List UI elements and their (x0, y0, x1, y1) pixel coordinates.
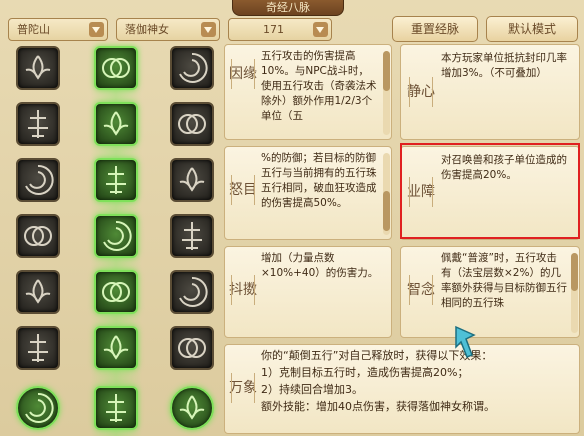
lotus-stack-icon (102, 282, 130, 302)
whirl-icon (178, 338, 206, 358)
skill-slot[interactable] (16, 102, 60, 146)
panel-numu[interactable]: 怒目 %的防御；若目标的防御五行与当前拥有的五行珠五行相同，破血狂攻造成的伤害提… (224, 146, 392, 240)
chevron-down-icon[interactable] (313, 22, 328, 37)
leaf-flower-icon (178, 114, 206, 134)
highlight-box (400, 143, 580, 239)
wanxiang-line-4: 额外技能：增加40点伤害，获得落伽神女称谓。 (261, 400, 495, 413)
tag-dousou: 抖擞 (229, 275, 257, 305)
window-title: 奇经八脉 (232, 0, 344, 16)
flame-flower-icon (179, 52, 208, 83)
panel-dousou[interactable]: 抖擞 增加（力量点数×10%+40）的伤害力。 (224, 246, 392, 338)
tag-numu: 怒目 (229, 175, 257, 205)
lotus-bloom-icon (28, 110, 48, 138)
panel-zhihui[interactable]: 智念 佩戴“普渡”时，五行攻击有（法宝层数×2%）的几率额外获得与目标防御五行相… (400, 246, 580, 338)
skill-slot[interactable] (94, 214, 138, 258)
wanxiang-line-2: 1）克制目标五行时，造成伤害提高20%； (261, 366, 469, 379)
skill-slot[interactable] (94, 326, 138, 370)
lotus-icon (25, 55, 51, 80)
panel-yinyuan[interactable]: 因缘 五行攻击的伤害提高10%。与NPC战斗时，使用五行攻击（奇袭法术除外）额外… (224, 44, 392, 140)
skill-slot[interactable] (170, 270, 214, 314)
tag-yinyuan: 因缘 (229, 59, 257, 89)
role-value: 落伽神女 (125, 23, 169, 36)
chevron-down-icon[interactable] (201, 22, 216, 37)
desc-dousou: 增加（力量点数×10%+40）的伤害力。 (261, 252, 379, 279)
skill-slot[interactable] (170, 386, 214, 430)
wanxiang-line-3: 2）持续回合增加3。 (261, 383, 363, 396)
role-dropdown[interactable]: 落伽神女 (116, 18, 220, 41)
desc-wanxiang: 你的“颠倒五行”对自己释放时，获得以下效果： 1）克制目标五行时，造成伤害提高2… (261, 347, 571, 433)
skill-slot[interactable] (16, 46, 60, 90)
skill-slot[interactable] (170, 326, 214, 370)
skill-grid (10, 44, 215, 436)
bamboo-icon (24, 226, 52, 246)
skill-slot[interactable] (94, 270, 138, 314)
skill-slot[interactable] (94, 158, 138, 202)
wreath-icon (25, 392, 54, 423)
pillar-icon (106, 394, 126, 422)
location-value: 普陀山 (17, 23, 50, 36)
desc-yinyuan: 五行攻击的伤害提高10%。与NPC战斗时，使用五行攻击（奇袭法术除外）额外作用1… (261, 50, 377, 122)
desc-jingxin: 本方玩家单位抵抗封印几率增加3%。（不可叠加） (441, 52, 567, 79)
peacock-icon (103, 335, 129, 360)
tag-jingxin: 静心 (407, 77, 435, 107)
skill-slot[interactable] (170, 158, 214, 202)
chevron-down-icon[interactable] (89, 22, 104, 37)
skill-slot[interactable] (16, 386, 60, 430)
skill-slot[interactable] (16, 158, 60, 202)
lotus-open-icon (179, 276, 208, 307)
lion-icon (182, 222, 202, 250)
desc-zhihui: 佩戴“普渡”时，五行攻击有（法宝层数×2%）的几率额外获得与目标防御五行相同的五… (441, 252, 567, 309)
skill-slot[interactable] (94, 102, 138, 146)
wanxiang-line-1: 你的“颠倒五行”对自己释放时，获得以下效果： (261, 349, 493, 362)
panel-wanxiang[interactable]: 万象 你的“颠倒五行”对自己释放时，获得以下效果： 1）克制目标五行时，造成伤害… (224, 344, 580, 434)
skill-slot[interactable] (170, 214, 214, 258)
mudra-icon (103, 220, 132, 251)
skill-slot[interactable] (16, 326, 60, 370)
bubble-icon (28, 334, 48, 362)
skill-slot[interactable] (170, 102, 214, 146)
points-dropdown[interactable]: 171 (228, 18, 332, 41)
wreath-icon (179, 395, 205, 420)
tag-wanxiang: 万象 (229, 373, 257, 403)
skill-slot[interactable] (94, 386, 138, 430)
cursor-icon (455, 325, 476, 358)
scrollbar[interactable] (383, 153, 390, 235)
points-value: 171 (263, 23, 284, 36)
arrow-up-icon (25, 279, 51, 304)
hand-wave-icon (106, 166, 126, 194)
skill-slot[interactable] (170, 46, 214, 90)
swirl-icon (25, 164, 54, 195)
scrollbar[interactable] (383, 51, 390, 135)
skill-slot[interactable] (16, 214, 60, 258)
default-mode-button[interactable]: 默认模式 (486, 16, 578, 42)
reset-meridian-button[interactable]: 重置经脉 (392, 16, 478, 42)
location-dropdown[interactable]: 普陀山 (8, 18, 108, 41)
panel-jingxin[interactable]: 静心 本方玩家单位抵抗封印几率增加3%。（不可叠加） (400, 44, 580, 140)
meridian-window: 奇经八脉 普陀山 落伽神女 171 重置经脉 默认模式 因缘 五行攻击的伤害提高… (0, 0, 584, 436)
skill-slot[interactable] (16, 270, 60, 314)
scrollbar[interactable] (571, 253, 578, 333)
rings-icon (102, 58, 130, 78)
tag-zhihui: 智念 (407, 275, 435, 305)
skill-slot[interactable] (94, 46, 138, 90)
sun-icon (179, 167, 205, 192)
flower-hand-icon (103, 111, 129, 136)
desc-numu: %的防御；若目标的防御五行与当前拥有的五行珠五行相同，破血狂攻造成的伤害提高50… (261, 152, 377, 209)
